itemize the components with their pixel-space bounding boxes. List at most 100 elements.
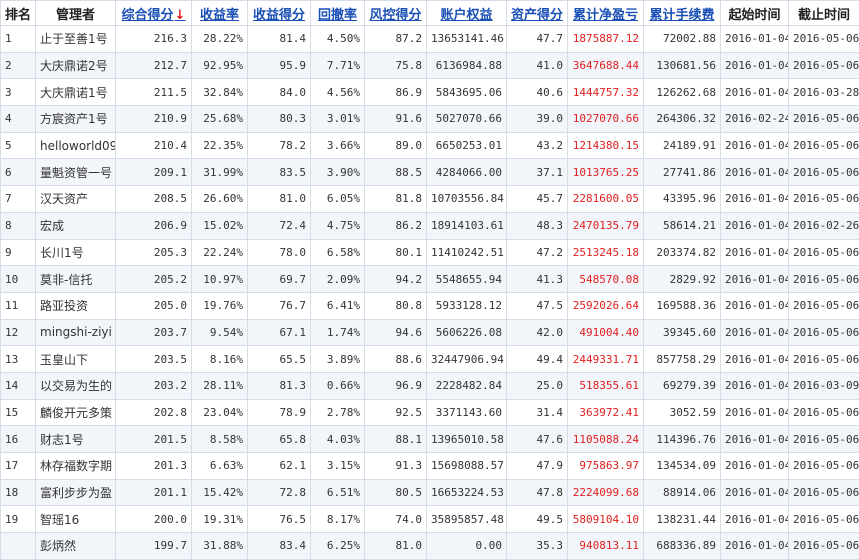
return-score-cell: 81.3 [248,372,311,399]
table-row: 9长川1号205.322.24%78.06.58%80.111410242.51… [1,239,859,266]
drawdown-cell: 4.75% [311,212,365,239]
net-profit-cell: 518355.61 [568,372,644,399]
fees-cell: 130681.56 [644,52,721,79]
equity-cell: 0.00 [427,533,507,560]
table-row: 7汉天资产208.526.60%81.06.05%81.810703556.84… [1,186,859,213]
rank-cell: 12 [1,319,36,346]
return-rate-cell: 6.63% [192,453,248,480]
drawdown-cell: 6.25% [311,533,365,560]
manager-cell: 大庆鼎诺1号 [36,79,116,106]
start-date-cell: 2016-01-04 [721,52,789,79]
risk-score-cell: 94.6 [365,319,427,346]
rank-cell: 7 [1,186,36,213]
end-date-cell: 2016-05-06 [789,132,859,159]
end-date-cell: 2016-05-06 [789,453,859,480]
fees-cell: 264306.32 [644,106,721,133]
score-cell: 200.0 [116,506,192,533]
end-date-cell: 2016-05-06 [789,506,859,533]
score-cell: 201.3 [116,453,192,480]
header-asset-score-sort-link[interactable]: 资产得分 [507,1,568,26]
table-row: 17林存福数字期201.36.63%62.13.15%91.315698088.… [1,453,859,480]
net-profit-cell: 2513245.18 [568,239,644,266]
header-manager: 管理者 [36,1,116,26]
net-profit-cell: 1013765.25 [568,159,644,186]
risk-score-cell: 96.9 [365,372,427,399]
table-row: 2大庆鼎诺2号212.792.95%95.97.71%75.86136984.8… [1,52,859,79]
table-row: 19智瑶16200.019.31%76.58.17%74.035895857.4… [1,506,859,533]
fees-cell: 88914.06 [644,479,721,506]
end-date-cell: 2016-05-06 [789,106,859,133]
end-date-cell: 2016-05-06 [789,292,859,319]
fees-cell: 138231.44 [644,506,721,533]
net-profit-cell: 940813.11 [568,533,644,560]
equity-cell: 16653224.53 [427,479,507,506]
start-date-cell: 2016-01-04 [721,186,789,213]
equity-cell: 15698088.57 [427,453,507,480]
score-cell: 205.0 [116,292,192,319]
header-return-score-sort-link[interactable]: 收益得分 [248,1,311,26]
rank-cell: 3 [1,79,36,106]
return-rate-cell: 10.97% [192,266,248,293]
header-drawdown-sort-link[interactable]: 回撤率 [311,1,365,26]
return-rate-cell: 28.11% [192,372,248,399]
end-date-cell: 2016-05-06 [789,399,859,426]
risk-score-cell: 86.9 [365,79,427,106]
risk-score-cell: 88.6 [365,346,427,373]
header-risk-score-sort-link[interactable]: 风控得分 [365,1,427,26]
end-date-cell: 2016-05-06 [789,159,859,186]
header-fees-sort-link[interactable]: 累计手续费 [644,1,721,26]
end-date-cell: 2016-03-28 [789,79,859,106]
drawdown-cell: 3.90% [311,159,365,186]
drawdown-cell: 6.05% [311,186,365,213]
start-date-cell: 2016-01-04 [721,26,789,53]
return-rate-cell: 19.31% [192,506,248,533]
fees-cell: 169588.36 [644,292,721,319]
fees-cell: 69279.39 [644,372,721,399]
header-return-rate-sort-link[interactable]: 收益率 [192,1,248,26]
risk-score-cell: 88.5 [365,159,427,186]
drawdown-cell: 8.17% [311,506,365,533]
return-rate-cell: 23.04% [192,399,248,426]
net-profit-cell: 2224099.68 [568,479,644,506]
rank-cell: 15 [1,399,36,426]
return-score-cell: 83.4 [248,533,311,560]
header-equity-sort-link[interactable]: 账户权益 [427,1,507,26]
net-profit-cell: 1214380.15 [568,132,644,159]
manager-cell: 彭炳然 [36,533,116,560]
asset-score-cell: 47.5 [507,292,568,319]
equity-cell: 13653141.46 [427,26,507,53]
return-score-cell: 72.4 [248,212,311,239]
return-rate-cell: 8.58% [192,426,248,453]
net-profit-cell: 2470135.79 [568,212,644,239]
return-score-cell: 95.9 [248,52,311,79]
header-score-sort-link[interactable]: 综合得分↓ [116,1,192,26]
net-profit-cell: 1105088.24 [568,426,644,453]
return-score-cell: 69.7 [248,266,311,293]
drawdown-cell: 2.09% [311,266,365,293]
return-score-cell: 80.3 [248,106,311,133]
risk-score-cell: 94.2 [365,266,427,293]
end-date-cell: 2016-05-06 [789,52,859,79]
asset-score-cell: 47.9 [507,453,568,480]
end-date-cell: 2016-05-06 [789,266,859,293]
fees-cell: 114396.76 [644,426,721,453]
start-date-cell: 2016-01-04 [721,426,789,453]
start-date-cell: 2016-01-04 [721,319,789,346]
sort-down-arrow-icon: ↓ [175,8,186,23]
end-date-cell: 2016-05-06 [789,26,859,53]
score-cell: 205.3 [116,239,192,266]
table-row: 8宏成206.915.02%72.44.75%86.218914103.6148… [1,212,859,239]
table-row: 13玉皇山下203.58.16%65.53.89%88.632447906.94… [1,346,859,373]
manager-cell: mingshi-ziyi [36,319,116,346]
header-net-profit-sort-link[interactable]: 累计净盈亏 [568,1,644,26]
return-rate-cell: 92.95% [192,52,248,79]
equity-cell: 32447906.94 [427,346,507,373]
fees-cell: 2829.92 [644,266,721,293]
risk-score-cell: 81.0 [365,533,427,560]
drawdown-cell: 4.03% [311,426,365,453]
net-profit-cell: 5809104.10 [568,506,644,533]
table-row: 11路亚投资205.019.76%76.76.41%80.85933128.12… [1,292,859,319]
return-rate-cell: 15.02% [192,212,248,239]
score-cell: 216.3 [116,26,192,53]
equity-cell: 18914103.61 [427,212,507,239]
